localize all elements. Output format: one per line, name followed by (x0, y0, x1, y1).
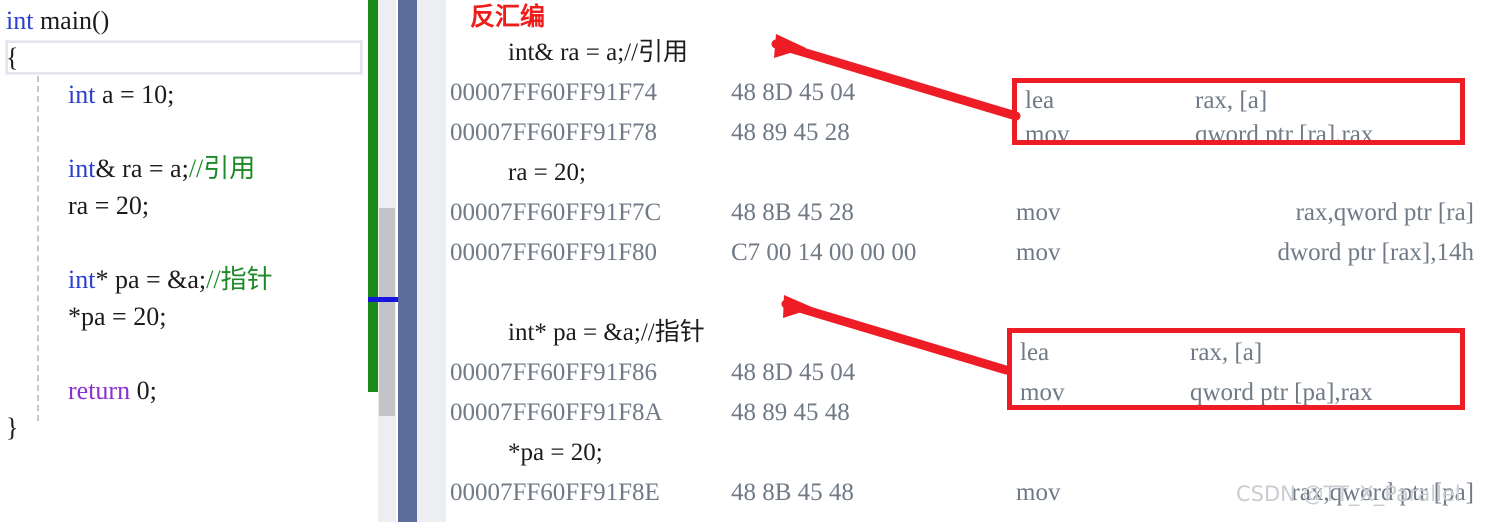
source-token: int (68, 154, 96, 183)
instruction-bytes: C7 00 14 00 00 00 (731, 239, 917, 266)
instruction-address: 00007FF60FF91F7C (450, 199, 662, 226)
source-line[interactable] (0, 224, 368, 261)
disassembly-row[interactable]: 00007FF60FF91F80 C7 00 14 00 00 00 mov dwor… (446, 233, 1488, 273)
source-line[interactable]: int* pa = &a;//指针 (0, 261, 368, 298)
disassembly-row[interactable]: int& ra = a;//引用 (446, 33, 1488, 73)
instruction-operands: dword ptr [rax],14h (1277, 239, 1474, 266)
callout-mnemonic: mov (1020, 379, 1065, 406)
source-line[interactable]: *pa = 20; (0, 298, 368, 335)
source-token: a = 10; (95, 80, 175, 109)
source-token: * pa = &a; (95, 265, 207, 294)
instruction-bytes: 48 8D 45 04 (731, 359, 856, 386)
instruction-address: 00007FF60FF91F92 (450, 513, 657, 522)
instruction-bytes: 48 8D 45 04 (731, 79, 856, 106)
source-token: int (68, 80, 96, 109)
source-token: return (68, 376, 131, 405)
disassembly-blank-row (446, 273, 1488, 313)
source-token: *pa = 20; (68, 302, 167, 331)
source-line[interactable]: } (0, 409, 368, 446)
scrollbar-position-marker (368, 297, 398, 302)
source-line[interactable]: ra = 20; (0, 187, 368, 224)
callout-mnemonic: lea (1020, 339, 1050, 366)
instruction-mnemonic: mov (1016, 479, 1061, 506)
editor-scrollbar-thumb[interactable] (379, 208, 395, 416)
disassembly-row[interactable]: *pa = 20; (446, 433, 1488, 473)
panel-divider[interactable] (398, 0, 417, 522)
disassembly-source-line: *pa = 20; (508, 439, 603, 466)
instruction-address: 00007FF60FF91F86 (450, 359, 658, 386)
instruction-mnemonic: mov (1016, 199, 1061, 226)
instruction-address: 00007FF60FF91F8E (450, 479, 660, 506)
callout-operands: rax, [a] (1195, 87, 1268, 114)
disassembly-row[interactable]: ra = 20; (446, 153, 1488, 193)
instruction-mnemonic: mov (1016, 239, 1061, 266)
instruction-mnemonic: mov (1016, 513, 1060, 522)
source-token: & ra = a; (95, 154, 189, 183)
instruction-operands: dword ptr [rax],14h (1278, 513, 1474, 522)
source-line[interactable] (0, 335, 368, 372)
editor-change-bar (368, 0, 378, 392)
callout-operands: qword ptr [ra],rax (1195, 121, 1374, 145)
source-line[interactable]: int main() (0, 2, 368, 39)
source-token: //引用 (188, 154, 256, 183)
disassembly-row[interactable]: 00007FF60FF91F92 C7 00 14 00 00 00 mov dwor… (446, 513, 1488, 522)
source-line[interactable] (0, 113, 368, 150)
screenshot-root: int main(){int a = 10; int& ra = a;//引用 ra… (0, 0, 1488, 522)
source-token: 0; (130, 376, 157, 405)
source-token: ra = 20; (68, 191, 150, 220)
instruction-bytes: 48 8B 45 28 (731, 199, 854, 226)
source-token: } (6, 413, 19, 442)
disassembly-row[interactable]: 00007FF60FF91F7C 48 8B 45 28 mov rax,qword … (446, 193, 1488, 233)
callout-mnemonic: lea (1025, 87, 1055, 114)
source-token: { (6, 43, 19, 72)
panel-gap (417, 0, 446, 522)
source-token: int (6, 6, 34, 35)
instruction-bytes: C7 00 14 00 00 00 (731, 513, 916, 522)
instruction-address: 00007FF60FF91F8A (450, 399, 663, 426)
callout-operands: rax, [a] (1190, 339, 1263, 366)
cpp-source-editor[interactable]: int main(){int a = 10; int& ra = a;//引用 ra… (0, 0, 368, 522)
instruction-address: 00007FF60FF91F80 (450, 239, 658, 266)
source-line[interactable]: return 0; (0, 372, 368, 409)
source-line[interactable]: { (0, 39, 368, 76)
reference-asm-callout-box: lea rax, [a] mov qword ptr [ra],rax (1012, 78, 1465, 145)
disassembly-source-line: ra = 20; (508, 159, 586, 186)
disassembly-source-line: int* pa = &a;//指针 (508, 319, 705, 346)
source-token: int (68, 265, 96, 294)
disassembly-title: 反汇编 (470, 2, 546, 31)
source-line[interactable]: int a = 10; (0, 76, 368, 113)
source-token: main() (33, 6, 110, 35)
instruction-address: 00007FF60FF91F74 (450, 79, 658, 106)
csdn-watermark: CSDN @TT_X_Parallel (1236, 482, 1461, 506)
instruction-bytes: 48 89 45 28 (731, 119, 850, 146)
callout-mnemonic: mov (1025, 121, 1070, 145)
pointer-asm-callout-box: lea rax, [a] mov qword ptr [pa],rax (1007, 328, 1465, 410)
instruction-operands: rax,qword ptr [ra] (1295, 199, 1474, 226)
source-token: //指针 (206, 265, 273, 294)
instruction-address: 00007FF60FF91F78 (450, 119, 658, 146)
callout-operands: qword ptr [pa],rax (1190, 379, 1373, 406)
source-line[interactable]: int& ra = a;//引用 (0, 150, 368, 187)
instruction-bytes: 48 8B 45 48 (731, 479, 854, 506)
disassembly-source-line: int& ra = a;//引用 (508, 39, 689, 66)
instruction-bytes: 48 89 45 48 (731, 399, 850, 426)
